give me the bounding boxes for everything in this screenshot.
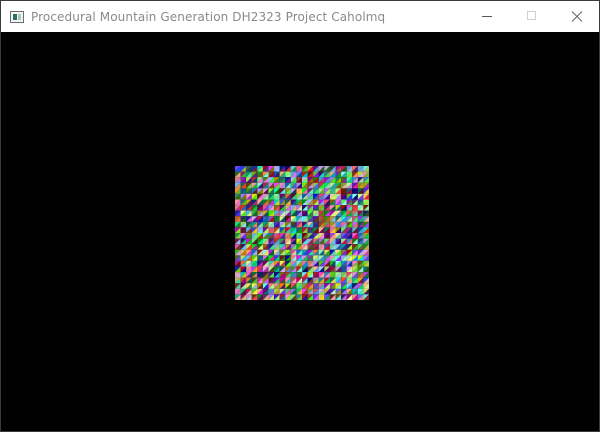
window-title: Procedural Mountain Generation DH2323 Pr… <box>31 9 386 24</box>
maximize-button[interactable] <box>509 1 554 32</box>
render-viewport[interactable] <box>1 32 599 431</box>
window-controls <box>464 1 599 32</box>
terrain-mesh <box>235 166 369 300</box>
app-window: Procedural Mountain Generation DH2323 Pr… <box>0 0 600 432</box>
minimize-button[interactable] <box>464 1 509 32</box>
app-window-icon <box>10 10 24 23</box>
close-button[interactable] <box>554 1 599 32</box>
title-bar[interactable]: Procedural Mountain Generation DH2323 Pr… <box>1 1 599 32</box>
